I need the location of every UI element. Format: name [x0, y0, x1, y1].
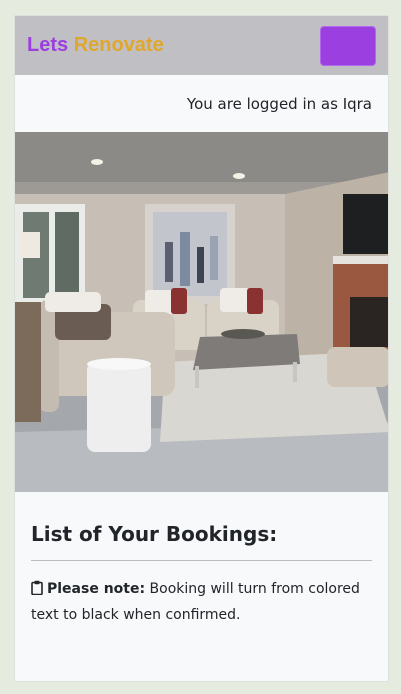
- brand-logo[interactable]: Lets Renovate: [27, 34, 164, 57]
- brand-word-lets: Lets: [27, 34, 69, 56]
- page-card: Lets Renovate You are logged in as Iqra: [14, 15, 389, 682]
- section-divider: [31, 560, 372, 561]
- login-status: You are logged in as Iqra: [186, 94, 372, 113]
- bookings-heading: List of Your Bookings:: [31, 522, 278, 546]
- clipboard-icon: [31, 579, 43, 603]
- navbar-toggle-button[interactable]: [320, 25, 376, 66]
- booking-note: Please note: Booking will turn from colo…: [31, 577, 372, 627]
- navbar: Lets Renovate: [15, 16, 388, 75]
- note-label: Please note:: [47, 581, 146, 597]
- hero-image: [15, 132, 388, 492]
- brand-word-renovate: Renovate: [73, 34, 164, 56]
- bookings-section: List of Your Bookings: Please note: Book…: [15, 492, 388, 627]
